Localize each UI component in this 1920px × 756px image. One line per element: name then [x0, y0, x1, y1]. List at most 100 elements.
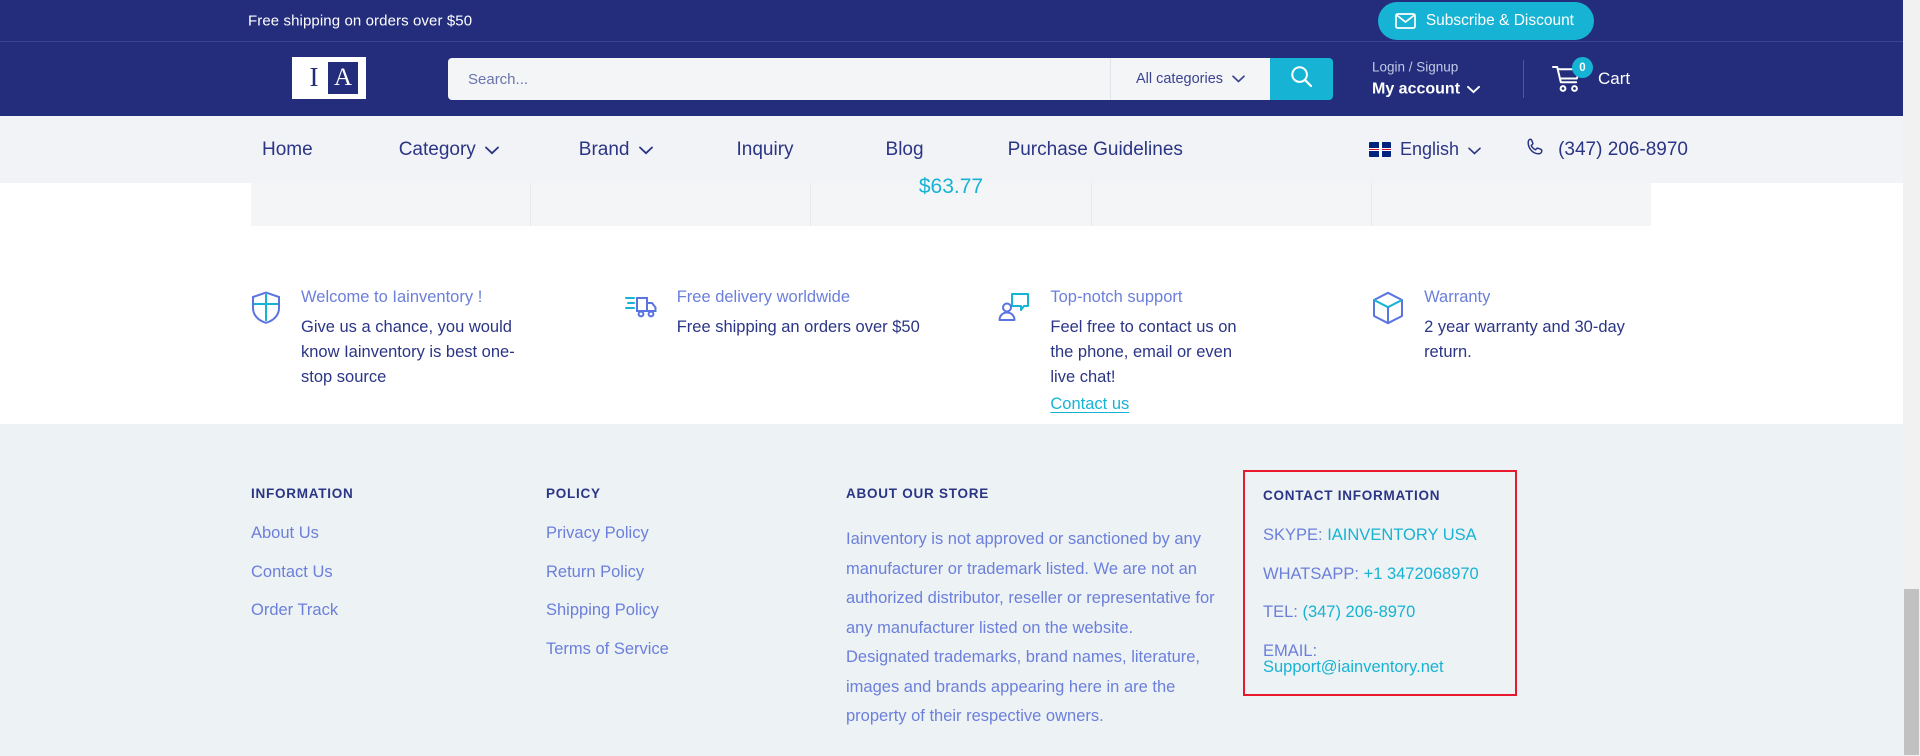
feature-desc: Feel free to contact us on the phone, em…: [1050, 318, 1237, 387]
feature-title: Top-notch support: [1050, 288, 1183, 306]
nav-item-purchase-guidelines[interactable]: Purchase Guidelines: [1008, 139, 1183, 161]
product-cell: [1092, 183, 1372, 226]
product-cell: [1372, 183, 1651, 226]
chevron-down-icon: [638, 139, 653, 161]
phone-link[interactable]: (347) 206-8970: [1525, 137, 1688, 163]
shield-icon: [251, 288, 281, 414]
cart-label: Cart: [1598, 69, 1631, 88]
contact-label: EMAIL:: [1263, 641, 1318, 660]
announcement-text: Free shipping on orders over $50: [248, 12, 473, 29]
footer-heading: CONTACT INFORMATION: [1263, 488, 1441, 503]
nav-item-category[interactable]: Category: [399, 139, 499, 161]
logo-letter-i: I: [309, 62, 319, 93]
feature-welcome: Welcome to Iainventory ! Give us a chanc…: [251, 288, 625, 414]
chevron-down-icon: [1467, 77, 1480, 100]
contact-information-box: CONTACT INFORMATION SKYPE: IAINVENTORY U…: [1243, 470, 1517, 696]
contact-value[interactable]: +1 3472068970: [1364, 565, 1479, 583]
feature-title: Warranty: [1424, 288, 1491, 306]
footer-heading: INFORMATION: [251, 486, 354, 501]
footer-link-return-policy[interactable]: Return Policy: [546, 563, 846, 581]
contact-label: SKYPE:: [1263, 526, 1323, 544]
site-footer: INFORMATION About Us Contact Us Order Tr…: [0, 424, 1920, 756]
language-selector[interactable]: English: [1369, 139, 1481, 160]
footer-heading: ABOUT OUR STORE: [846, 486, 990, 501]
phone-icon: [1525, 137, 1545, 163]
product-strip: $63.77: [251, 175, 1651, 226]
feature-title: Welcome to Iainventory !: [301, 288, 483, 306]
footer-link-privacy-policy[interactable]: Privacy Policy: [546, 525, 846, 542]
account-menu[interactable]: Login / Signup My account: [1372, 58, 1480, 101]
contact-value[interactable]: (347) 206-8970: [1302, 603, 1415, 621]
cart-button[interactable]: 0 Cart: [1552, 57, 1631, 94]
logo-letter-a: A: [328, 61, 358, 94]
content-area: $63.77 Welcome to Iainventory ! Give us …: [0, 175, 1920, 453]
contact-line-skype: SKYPE: IAINVENTORY USA: [1263, 527, 1497, 544]
announcement-bar: Free shipping on orders over $50 Subscri…: [0, 0, 1920, 41]
feature-desc: 2 year warranty and 30-day return.: [1424, 318, 1625, 362]
footer-link-about-us[interactable]: About Us: [251, 525, 546, 542]
delivery-truck-icon: [624, 288, 657, 414]
subscribe-label: Subscribe & Discount: [1425, 12, 1574, 29]
feature-support: Top-notch support Feel free to contact u…: [998, 288, 1372, 414]
contact-us-link[interactable]: Contact us: [1050, 395, 1129, 414]
package-box-icon: [1372, 288, 1404, 414]
site-header: I A All categories: [0, 41, 1920, 116]
chevron-down-icon: [484, 139, 499, 161]
nav-item-home[interactable]: Home: [262, 139, 313, 161]
envelope-icon: [1394, 13, 1416, 29]
footer-heading: POLICY: [546, 486, 601, 501]
header-divider: [1523, 60, 1524, 98]
product-price: $63.77: [918, 175, 984, 198]
support-chat-icon: [998, 288, 1030, 414]
scrollbar-thumb[interactable]: [1904, 589, 1919, 755]
cart-icon: 0: [1552, 57, 1593, 94]
nav-item-inquiry[interactable]: Inquiry: [737, 139, 794, 161]
product-cell: [531, 183, 812, 226]
about-store-text: Iainventory is not approved or sanctione…: [846, 530, 1215, 726]
search-submit-button[interactable]: [1270, 58, 1333, 100]
magnifier-icon: [1290, 65, 1313, 93]
contact-line-email: EMAIL: Support@iainventory.net: [1263, 641, 1497, 676]
feature-desc: Free shipping an orders over $50: [676, 318, 920, 336]
phone-number: (347) 206-8970: [1558, 138, 1688, 160]
subscribe-discount-button[interactable]: Subscribe & Discount: [1377, 2, 1594, 40]
contact-line-tel: TEL: (347) 206-8970: [1263, 604, 1497, 621]
product-cell: $63.77: [811, 175, 1092, 226]
feature-desc: Give us a chance, you would know Iainven…: [301, 318, 515, 387]
cart-count-badge: 0: [1572, 57, 1593, 78]
category-select-label: All categories: [1135, 71, 1224, 87]
language-label: English: [1400, 139, 1460, 159]
site-logo[interactable]: I A: [292, 56, 366, 99]
search-bar: All categories: [448, 58, 1333, 100]
feature-delivery: Free delivery worldwide Free shipping an…: [624, 288, 999, 414]
chevron-down-icon: [1232, 71, 1245, 87]
my-account-label: My account: [1372, 77, 1480, 100]
contact-value[interactable]: IAINVENTORY USA: [1327, 526, 1476, 544]
footer-column-contact: CONTACT INFORMATION SKYPE: IAINVENTORY U…: [1243, 470, 1541, 732]
nav-item-brand[interactable]: Brand: [579, 139, 653, 161]
login-signup-label: Login / Signup: [1372, 59, 1459, 75]
contact-label: TEL:: [1263, 603, 1298, 621]
footer-column-about: ABOUT OUR STORE Iainventory is not appro…: [846, 486, 1216, 732]
main-navigation: Home Category Brand Inquiry Blog Purchas…: [0, 116, 1920, 183]
product-cell: [251, 183, 532, 226]
feature-title: Free delivery worldwide: [676, 288, 851, 306]
search-input[interactable]: [448, 58, 1110, 100]
footer-column-policy: POLICY Privacy Policy Return Policy Ship…: [546, 486, 846, 732]
nav-item-blog[interactable]: Blog: [886, 139, 924, 161]
feature-row: Welcome to Iainventory ! Give us a chanc…: [251, 288, 1671, 414]
chevron-down-icon: [1468, 139, 1481, 160]
footer-link-order-track[interactable]: Order Track: [251, 602, 546, 619]
contact-label: WHATSAPP:: [1263, 564, 1359, 583]
uk-flag-icon: [1369, 142, 1392, 157]
contact-value[interactable]: Support@iainventory.net: [1263, 658, 1444, 676]
page-root: Free shipping on orders over $50 Subscri…: [0, 0, 1920, 756]
category-select[interactable]: All categories: [1110, 58, 1270, 100]
contact-line-whatsapp: WHATSAPP: +1 3472068970: [1263, 564, 1497, 583]
footer-link-terms-of-service[interactable]: Terms of Service: [546, 640, 846, 658]
feature-warranty: Warranty 2 year warranty and 30-day retu…: [1372, 288, 1671, 414]
page-scrollbar[interactable]: [1903, 0, 1920, 756]
footer-column-information: INFORMATION About Us Contact Us Order Tr…: [251, 486, 546, 732]
footer-link-shipping-policy[interactable]: Shipping Policy: [546, 602, 846, 619]
footer-link-contact-us[interactable]: Contact Us: [251, 563, 546, 581]
